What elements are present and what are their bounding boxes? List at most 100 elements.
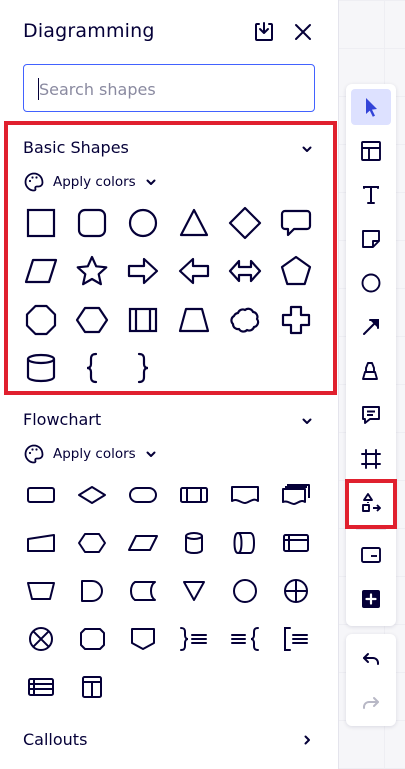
plus-square-icon — [362, 590, 380, 608]
fc-manual-input[interactable] — [26, 530, 56, 556]
apply-colors-basic[interactable]: Apply colors — [23, 171, 158, 193]
close-icon — [295, 24, 311, 40]
shape-hexagon[interactable] — [75, 303, 109, 337]
tool-more-apps[interactable] — [351, 581, 391, 617]
fc-annotation-left[interactable] — [230, 626, 260, 652]
shape-circle[interactable] — [126, 206, 160, 240]
shape-trapezoid[interactable] — [177, 303, 211, 337]
shape-right-brace[interactable] — [126, 351, 160, 385]
fc-internal-storage[interactable] — [281, 530, 311, 556]
tool-pen[interactable] — [351, 353, 391, 389]
frame-icon — [361, 449, 381, 469]
import-icon — [255, 22, 273, 41]
diagramming-panel: Diagramming Basic Shapes Apply colors — [0, 0, 339, 769]
shape-cylinder[interactable] — [24, 351, 58, 385]
fc-preparation[interactable] — [77, 530, 107, 556]
undo-button[interactable] — [351, 642, 391, 678]
pen-icon — [362, 362, 378, 380]
undo-icon — [363, 653, 379, 665]
fc-manual-operation[interactable] — [26, 578, 56, 604]
text-icon — [363, 186, 379, 204]
tool-card[interactable] — [351, 537, 391, 573]
cursor-icon — [366, 98, 377, 117]
toolbar-divider — [356, 529, 386, 530]
chevron-down-icon[interactable] — [300, 414, 314, 428]
section-basic-shapes-title[interactable]: Basic Shapes — [23, 138, 129, 157]
fc-internal-storage-2[interactable] — [26, 674, 56, 700]
shape-cross[interactable] — [279, 303, 313, 337]
chevron-down-icon[interactable] — [300, 142, 314, 156]
fc-direct-access-storage[interactable] — [230, 530, 260, 556]
search-input[interactable] — [39, 78, 299, 100]
fc-document[interactable] — [230, 482, 260, 508]
panel-title: Diagramming — [23, 20, 155, 42]
shape-star[interactable] — [75, 254, 109, 288]
fc-connector[interactable] — [230, 578, 260, 604]
section-callouts-title[interactable]: Callouts — [23, 730, 87, 749]
shape-speech-bubble[interactable] — [279, 206, 313, 240]
circle-icon — [361, 273, 381, 293]
shape-rectangle[interactable] — [24, 206, 58, 240]
fc-stored-data[interactable] — [128, 578, 158, 604]
fc-delay[interactable] — [77, 578, 107, 604]
fc-annotation-right[interactable] — [179, 626, 209, 652]
chevron-down-icon — [146, 179, 156, 185]
shape-arrow-right[interactable] — [126, 254, 160, 288]
templates-icon — [361, 141, 381, 161]
main-toolbar — [346, 84, 396, 626]
shape-triangle[interactable] — [177, 206, 211, 240]
tool-connection-line[interactable] — [351, 309, 391, 345]
apply-colors-flowchart[interactable]: Apply colors — [23, 443, 158, 465]
shape-arrow-both[interactable] — [228, 254, 262, 288]
redo-button[interactable] — [351, 686, 391, 722]
fc-off-page-connector[interactable] — [77, 626, 107, 652]
tool-text[interactable] — [351, 177, 391, 213]
fc-data[interactable] — [128, 530, 158, 556]
search-field[interactable] — [23, 64, 315, 112]
import-button[interactable] — [252, 20, 276, 44]
tool-frame[interactable] — [351, 441, 391, 477]
redo-icon — [363, 697, 379, 709]
card-icon — [361, 547, 381, 563]
shape-predefined-process[interactable] — [126, 303, 160, 337]
fc-merge[interactable] — [179, 578, 209, 604]
fc-decision[interactable] — [77, 482, 107, 508]
shape-pentagon[interactable] — [279, 254, 313, 288]
fc-vertical-container[interactable] — [77, 674, 107, 700]
chevron-right-icon[interactable] — [300, 733, 314, 747]
history-toolbar — [346, 634, 396, 726]
shape-arrow-left[interactable] — [177, 254, 211, 288]
section-flowchart-title[interactable]: Flowchart — [23, 410, 101, 429]
chevron-down-icon — [146, 451, 156, 457]
comment-icon — [362, 406, 380, 424]
tool-templates[interactable] — [351, 133, 391, 169]
sticky-note-icon — [362, 230, 380, 248]
arrow-icon — [363, 319, 379, 335]
fc-off-page-reference[interactable] — [128, 626, 158, 652]
close-button[interactable] — [291, 20, 315, 44]
tool-shape[interactable] — [351, 265, 391, 301]
fc-process[interactable] — [26, 482, 56, 508]
shape-parallelogram[interactable] — [24, 254, 58, 288]
diagramming-icon — [362, 493, 381, 512]
shape-rhombus[interactable] — [228, 206, 262, 240]
shape-octagon[interactable] — [24, 303, 58, 337]
shape-cloud[interactable] — [228, 303, 262, 337]
tool-sticky-note[interactable] — [351, 221, 391, 257]
tool-select[interactable] — [351, 89, 391, 125]
shape-left-brace[interactable] — [75, 351, 109, 385]
apply-colors-label: Apply colors — [53, 174, 136, 190]
shape-rounded-rectangle[interactable] — [75, 206, 109, 240]
palette-icon — [24, 172, 44, 192]
fc-summing-junction[interactable] — [26, 626, 56, 652]
fc-predefined-process[interactable] — [179, 482, 209, 508]
palette-icon — [24, 444, 44, 464]
tool-comment[interactable] — [351, 397, 391, 433]
fc-annotation-bracket[interactable] — [281, 626, 311, 652]
fc-multiple-documents[interactable] — [281, 482, 311, 508]
fc-terminator[interactable] — [128, 482, 158, 508]
fc-database[interactable] — [179, 530, 209, 556]
apply-colors-label: Apply colors — [53, 446, 136, 462]
tool-diagramming[interactable] — [351, 485, 391, 521]
fc-or[interactable] — [281, 578, 311, 604]
